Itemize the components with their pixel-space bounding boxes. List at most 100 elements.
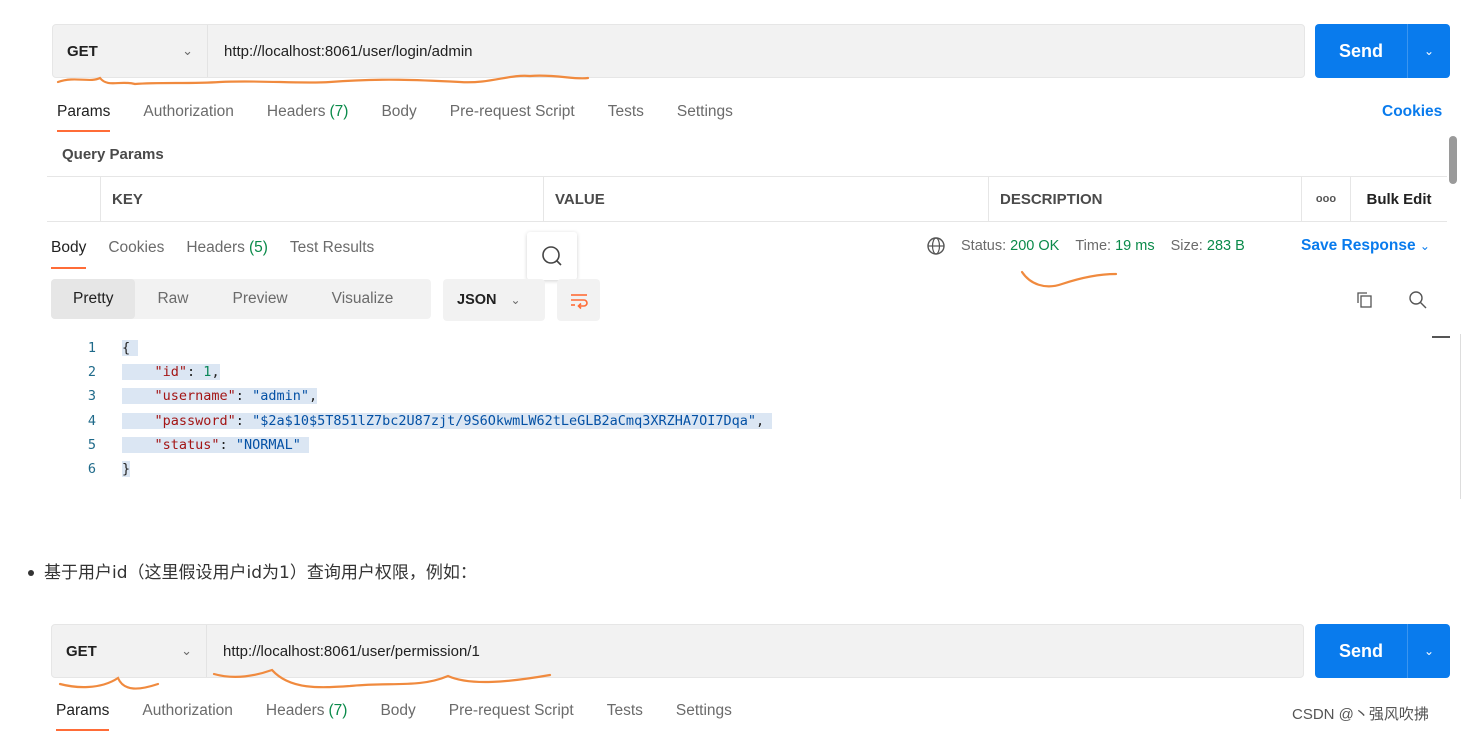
tab-authorization[interactable]: Authorization — [142, 702, 232, 720]
params-table-header: KEY VALUE DESCRIPTION ooo Bulk Edit — [47, 176, 1447, 222]
search-icon[interactable] — [1408, 290, 1428, 310]
tab-headers-label: Headers — [266, 103, 326, 120]
tab-prerequest-script[interactable]: Pre-request Script — [450, 103, 575, 121]
headers-count: (7) — [328, 702, 348, 719]
tab-params[interactable]: Params — [56, 702, 110, 731]
response-tab-headers[interactable]: Headers (5) — [186, 239, 268, 257]
tab-settings[interactable]: Settings — [677, 103, 733, 121]
send-button[interactable]: Send ⌄ — [1315, 624, 1450, 678]
response-tab-test-results[interactable]: Test Results — [290, 239, 374, 257]
send-button[interactable]: Send ⌄ — [1315, 24, 1450, 78]
chevron-down-icon: ⌄ — [182, 43, 193, 58]
response-body-code[interactable]: 1 { 2 "id": 1, 3 "username": "admin", 4 … — [72, 336, 773, 481]
scrollbar[interactable] — [1432, 336, 1450, 338]
chevron-down-icon: ⌄ — [510, 293, 521, 307]
line-number: 1 — [87, 340, 96, 357]
query-params-title: Query Params — [62, 146, 164, 163]
copy-icon[interactable] — [1355, 290, 1375, 310]
json-value: "$2a$10$5T851lZ7bc2U87zjt/9S6OkwmLW62tLe… — [252, 412, 756, 429]
tab-body[interactable]: Body — [380, 702, 415, 720]
annotation-underline — [1020, 270, 1118, 288]
time-text[interactable]: Time: 19 ms — [1075, 238, 1154, 254]
search-popup-button[interactable] — [527, 232, 577, 280]
json-value: "NORMAL" — [235, 436, 301, 453]
view-visualize[interactable]: Visualize — [310, 279, 416, 319]
tab-settings[interactable]: Settings — [676, 702, 732, 720]
tab-params[interactable]: Params — [57, 103, 111, 132]
size-text[interactable]: Size: 283 B — [1171, 238, 1245, 254]
globe-icon[interactable] — [926, 236, 946, 256]
response-tab-cookies[interactable]: Cookies — [108, 239, 164, 257]
tab-headers[interactable]: Headers (7) — [267, 103, 349, 121]
size-label: Size: — [1170, 238, 1203, 254]
bullet-paragraph: 基于用户id（这里假设用户id为1）查询用户权限，例如： — [28, 558, 477, 583]
search-icon — [542, 246, 562, 266]
cookies-link[interactable]: Cookies — [1382, 103, 1442, 121]
code-text: "username": "admin", — [122, 388, 318, 405]
line-number: 2 — [87, 364, 96, 381]
time-value: 19 ms — [1115, 238, 1155, 254]
method-label: GET — [66, 642, 97, 660]
json-key: "password" — [154, 412, 236, 429]
chevron-down-icon[interactable]: ⌄ — [1407, 624, 1450, 678]
format-label: JSON — [457, 292, 497, 308]
method-select[interactable]: GET ⌄ — [53, 25, 208, 77]
tab-headers-label: Headers — [265, 702, 325, 719]
column-description: DESCRIPTION — [989, 177, 1302, 221]
code-text: "password": "$2a$10$5T851lZ7bc2U87zjt/9S… — [122, 412, 773, 429]
method-label: GET — [67, 42, 98, 60]
url-input[interactable]: http://localhost:8061/user/login/admin — [208, 43, 473, 60]
time-label: Time: — [1075, 238, 1112, 254]
annotation-underline — [58, 676, 160, 690]
bullet-dot — [28, 570, 34, 576]
tab-prerequest-script[interactable]: Pre-request Script — [449, 702, 574, 720]
url-input[interactable]: http://localhost:8061/user/permission/1 — [207, 643, 480, 660]
scrollbar[interactable] — [1449, 136, 1457, 184]
response-tab-body[interactable]: Body — [51, 239, 87, 269]
format-select[interactable]: JSON ⌄ — [443, 279, 545, 321]
code-line: 2 "id": 1, — [72, 360, 772, 384]
method-select[interactable]: GET ⌄ — [52, 625, 207, 677]
line-number: 3 — [87, 388, 96, 405]
view-mode-selector: Pretty Raw Preview Visualize — [51, 279, 431, 319]
code-line: 4 "password": "$2a$10$5T851lZ7bc2U87zjt/… — [72, 409, 773, 433]
save-response-button[interactable]: Save Response ⌄ — [1301, 237, 1430, 255]
request-bar: GET ⌄ http://localhost:8061/user/permiss… — [51, 624, 1304, 678]
bulk-edit-button[interactable]: Bulk Edit — [1351, 177, 1447, 221]
send-label: Send — [1338, 640, 1383, 661]
code-line: 6 } — [72, 457, 772, 481]
request-bar: GET ⌄ http://localhost:8061/user/login/a… — [52, 24, 1305, 78]
tab-authorization[interactable]: Authorization — [143, 103, 233, 121]
request-tabs: Params Authorization Headers (7) Body Pre… — [57, 103, 766, 132]
more-options-icon[interactable]: ooo — [1302, 177, 1351, 221]
response-meta: Status: 200 OK Time: 19 ms Size: 283 B — [926, 236, 1261, 256]
watermark: CSDN @丶强风吹拂 — [1292, 706, 1429, 723]
tab-body[interactable]: Body — [381, 103, 416, 121]
tab-headers[interactable]: Headers (7) — [266, 702, 348, 720]
view-preview[interactable]: Preview — [211, 279, 310, 319]
code-text: "id": 1, — [122, 364, 220, 381]
view-pretty[interactable]: Pretty — [51, 279, 136, 319]
chevron-down-icon[interactable]: ⌄ — [1407, 24, 1450, 78]
view-raw[interactable]: Raw — [135, 279, 210, 319]
wrap-lines-button[interactable] — [557, 279, 600, 321]
json-key: "status" — [154, 436, 220, 453]
save-response-label: Save Response — [1301, 237, 1416, 254]
json-key: "username" — [154, 388, 236, 405]
json-value: "admin" — [252, 388, 309, 405]
chevron-down-icon: ⌄ — [1419, 239, 1430, 253]
column-value: VALUE — [544, 177, 989, 221]
response-headers-count: (5) — [248, 239, 268, 256]
status-text[interactable]: Status: 200 OK — [961, 238, 1059, 254]
line-number: 5 — [87, 436, 96, 453]
tab-tests[interactable]: Tests — [608, 103, 644, 121]
size-value: 283 B — [1206, 238, 1245, 254]
response-headers-label: Headers — [186, 239, 245, 256]
wrap-lines-icon — [570, 294, 588, 310]
request-tabs: Params Authorization Headers (7) Body Pre… — [56, 702, 765, 731]
tab-tests[interactable]: Tests — [607, 702, 643, 720]
checkbox-column — [47, 177, 101, 221]
bullet-text: 基于用户id（这里假设用户id为1）查询用户权限，例如： — [44, 563, 477, 583]
line-number: 6 — [87, 461, 96, 478]
code-line: 1 { — [72, 336, 772, 360]
